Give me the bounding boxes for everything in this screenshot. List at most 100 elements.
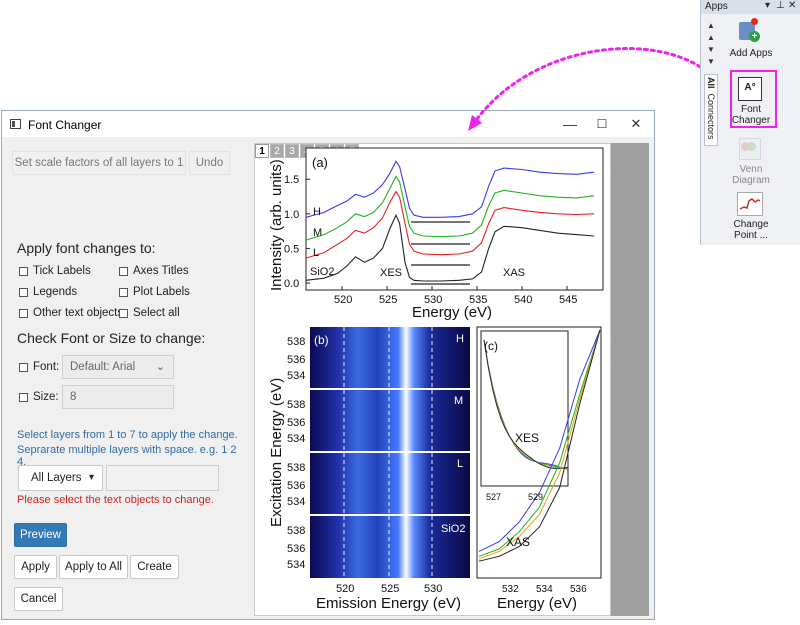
- x-tick-label-545: 545: [559, 294, 577, 306]
- scroll-arrows[interactable]: ▲ ▲ ▼ ▼: [707, 20, 715, 68]
- sub-h: H: [456, 333, 464, 345]
- sub-m: M: [454, 395, 463, 407]
- tick-labels-label: Tick Labels: [33, 265, 91, 277]
- panel-c-xlabel: Energy (eV): [497, 595, 577, 612]
- close-icon[interactable]: ✕: [788, 0, 796, 11]
- axes-titles-checkbox[interactable]: [119, 267, 128, 276]
- b-y-tick-534: 534: [287, 496, 305, 508]
- legends-label: Legends: [33, 286, 78, 298]
- b-y-tick-534: 534: [287, 370, 305, 382]
- callout-arrow-path: [472, 47, 734, 125]
- panel-a-xlabel: Energy (eV): [412, 304, 492, 321]
- layers-info-line1: Select layers from 1 to 7 to apply the c…: [17, 429, 238, 441]
- panel-c-main-label: XAS: [506, 535, 530, 549]
- size-checkbox[interactable]: [19, 393, 28, 402]
- font-checkbox[interactable]: [19, 363, 28, 372]
- preview-button[interactable]: Preview: [14, 523, 67, 547]
- inset-tick-529: 529: [528, 492, 543, 502]
- panel-c: (c) XES 527 529 XAS 532 534 536 Energy (…: [476, 326, 602, 612]
- other-text-checkbox[interactable]: [19, 309, 28, 318]
- tab-connectors[interactable]: Connectors: [706, 94, 716, 140]
- venn-diagram-icon[interactable]: [737, 136, 761, 160]
- side-tabs: All Connectors: [704, 74, 718, 146]
- font-select[interactable]: Default: Arial ⌄: [62, 355, 174, 379]
- panel-a-ylabel: Intensity (arb. units): [268, 159, 285, 291]
- app-window-icon: [10, 119, 21, 129]
- b-y-tick-534: 534: [287, 433, 305, 445]
- annot-h: H: [313, 206, 321, 218]
- change-point-label[interactable]: Change Point ...: [727, 219, 775, 241]
- layer-select-value: All Layers: [31, 472, 82, 484]
- b-y-tick-536: 536: [287, 354, 305, 366]
- select-all-label: Select all: [133, 307, 180, 319]
- b-y-tick-536: 536: [287, 480, 305, 492]
- annot-xes: XES: [380, 267, 402, 279]
- add-apps-label[interactable]: Add Apps: [727, 48, 775, 59]
- options-panel: Set scale factors of all layers to 1 Und…: [2, 137, 238, 619]
- add-apps-icon[interactable]: +: [737, 18, 761, 44]
- apps-panel-title: Apps: [705, 1, 728, 12]
- apply-button[interactable]: Apply: [14, 555, 57, 579]
- b-y-tick-538: 538: [287, 336, 305, 348]
- panel-b-ylabel: Excitation Energy (eV): [268, 378, 285, 527]
- window-title: Font Changer: [28, 118, 102, 132]
- annot-sio2: SiO2: [310, 266, 334, 278]
- check-heading: Check Font or Size to change:: [17, 330, 206, 346]
- b-x-tick-520: 520: [336, 583, 354, 595]
- font-changer-highlight: [730, 70, 777, 128]
- plot-labels-label: Plot Labels: [133, 286, 190, 298]
- dropdown-icon[interactable]: ▾: [765, 0, 770, 11]
- panel-c-inset-label: XES: [515, 431, 539, 445]
- heatmap-h: [310, 327, 470, 388]
- annot-xas: XAS: [503, 267, 525, 279]
- inset-tick-527: 527: [486, 492, 501, 502]
- layers-input[interactable]: [106, 465, 219, 491]
- pin-icon[interactable]: ⊥: [776, 0, 785, 11]
- heatmap-m: [310, 390, 470, 451]
- tab-all[interactable]: All: [706, 77, 716, 89]
- sub-sio2: SiO2: [441, 523, 465, 535]
- x-tick-label-540: 540: [514, 294, 532, 306]
- b-y-tick-538: 538: [287, 525, 305, 537]
- size-label: Size:: [33, 391, 59, 403]
- create-button[interactable]: Create: [130, 555, 179, 579]
- sub-l: L: [457, 458, 463, 470]
- b-x-tick-525: 525: [381, 583, 399, 595]
- panel-a-label: (a): [312, 155, 328, 170]
- apply-to-all-button[interactable]: Apply to All: [59, 555, 128, 579]
- figure-plots: 520 525 530 535 540 5450.00.51.01.5 (a) H M L…: [268, 147, 604, 612]
- layer-select[interactable]: All Layers ▾: [18, 465, 103, 491]
- size-input[interactable]: 8: [62, 385, 174, 409]
- legends-checkbox[interactable]: [19, 288, 28, 297]
- panel-a: 520 525 530 535 540 5450.00.51.01.5 (a) H M L…: [268, 147, 604, 321]
- tick-labels-checkbox[interactable]: [19, 267, 28, 276]
- panel-b-label: (b): [314, 333, 329, 347]
- cancel-button[interactable]: Cancel: [14, 587, 63, 611]
- error-message: Please select the text objects to change…: [17, 494, 214, 506]
- plot-labels-checkbox[interactable]: [119, 288, 128, 297]
- c-tick-536: 536: [570, 584, 587, 595]
- chevron-down-icon: ▾: [88, 472, 94, 483]
- y-tick-label-0.0: 0.0: [284, 278, 299, 290]
- select-all-checkbox[interactable]: [119, 309, 128, 318]
- b-y-tick-538: 538: [287, 462, 305, 474]
- panel-b: (b) H M L SiO2 520 525 530 534 536 538 534 536 5…: [268, 327, 470, 612]
- b-y-tick-538: 538: [287, 399, 305, 411]
- apps-panel-header: Apps ▾ ⊥ ✕: [701, 0, 800, 14]
- font-select-value: Default: Arial: [70, 361, 136, 373]
- undo-button[interactable]: Undo: [189, 151, 230, 175]
- b-y-tick-536: 536: [287, 417, 305, 429]
- y-tick-label-0.5: 0.5: [284, 243, 299, 255]
- x-tick-label-520: 520: [334, 294, 352, 306]
- change-point-icon[interactable]: [737, 192, 763, 216]
- b-y-tick-536: 536: [287, 543, 305, 555]
- graph-scroll-gutter: [611, 143, 649, 616]
- venn-diagram-label[interactable]: Venn Diagram: [729, 164, 773, 186]
- b-x-tick-530: 530: [424, 583, 442, 595]
- callout-arrow: [468, 47, 734, 131]
- axes-titles-label: Axes Titles: [133, 265, 189, 277]
- y-tick-label-1.0: 1.0: [284, 209, 299, 221]
- scale-factors-button[interactable]: Set scale factors of all layers to 1: [12, 151, 186, 175]
- panel-c-label: (c): [484, 339, 498, 353]
- font-label: Font:: [33, 361, 60, 373]
